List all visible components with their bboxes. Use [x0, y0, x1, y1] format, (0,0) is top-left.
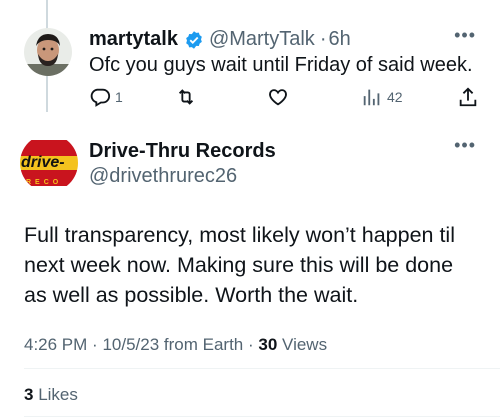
- tweet-source: from Earth: [163, 335, 244, 354]
- original-display-name[interactable]: Drive-Thru Records: [89, 140, 276, 163]
- reply-display-name[interactable]: martytalk: [89, 28, 178, 51]
- share-button[interactable]: [457, 86, 479, 108]
- tweet-time[interactable]: 4:26 PM: [24, 335, 87, 354]
- divider: [24, 368, 500, 369]
- comment-icon: [90, 88, 111, 107]
- more-options-icon[interactable]: •••: [454, 136, 476, 154]
- retweet-button[interactable]: [175, 86, 201, 108]
- heart-icon: [269, 89, 287, 106]
- divider: [24, 416, 500, 417]
- analytics-bars-icon: [363, 89, 380, 106]
- avatar-drive-thru-records[interactable]: drive- RECO: [20, 134, 78, 192]
- like-button[interactable]: [267, 86, 293, 108]
- reply-button[interactable]: 1: [89, 86, 123, 108]
- tweet-views-count: 30: [258, 335, 278, 354]
- likes-label: Likes: [38, 385, 78, 404]
- original-handle[interactable]: @drivethrurec26: [89, 165, 237, 188]
- likes-summary[interactable]: 3 Likes: [24, 385, 78, 405]
- tweet-metadata: 4:26 PM · 10/5/23 from Earth · 30 Views: [24, 335, 327, 355]
- tweet-views-label: Views: [282, 335, 328, 354]
- tweet-date[interactable]: 10/5/23: [102, 335, 159, 354]
- logo-word: drive-: [21, 154, 65, 171]
- reply-text: Ofc you guys wait until Friday of said w…: [89, 54, 473, 76]
- reply-count: 1: [115, 89, 123, 105]
- reply-tweet[interactable]: martytalk @MartyTalk · 6h ••• Ofc you gu…: [0, 0, 500, 118]
- avatar-martytalk[interactable]: [24, 28, 72, 76]
- likes-count: 3: [24, 385, 34, 404]
- share-icon: [459, 87, 477, 107]
- reply-time-separator: ·: [319, 28, 327, 50]
- more-options-icon[interactable]: •••: [454, 26, 476, 44]
- tweet-text-line: Full transparency, most likely won’t hap…: [24, 223, 455, 247]
- views-count: 42: [387, 89, 403, 105]
- reply-action-bar: 1 42: [89, 86, 479, 110]
- reply-handle[interactable]: @MartyTalk: [209, 28, 315, 51]
- reply-header: martytalk @MartyTalk · 6h: [89, 28, 351, 51]
- tweet-text-line: next week now. Making sure this will be …: [24, 253, 454, 277]
- reply-timestamp[interactable]: 6h: [328, 28, 350, 51]
- logo-subtext: RECO: [26, 179, 62, 186]
- meta-separator: ·: [92, 335, 103, 354]
- retweet-icon: [178, 89, 194, 105]
- meta-separator: ·: [248, 335, 259, 354]
- verified-badge-icon: [186, 30, 202, 49]
- tweet-text-line: as well as possible. Worth the wait.: [24, 283, 359, 307]
- original-tweet-text: Full transparency, most likely won’t hap…: [24, 220, 484, 310]
- views-button[interactable]: 42: [361, 86, 403, 108]
